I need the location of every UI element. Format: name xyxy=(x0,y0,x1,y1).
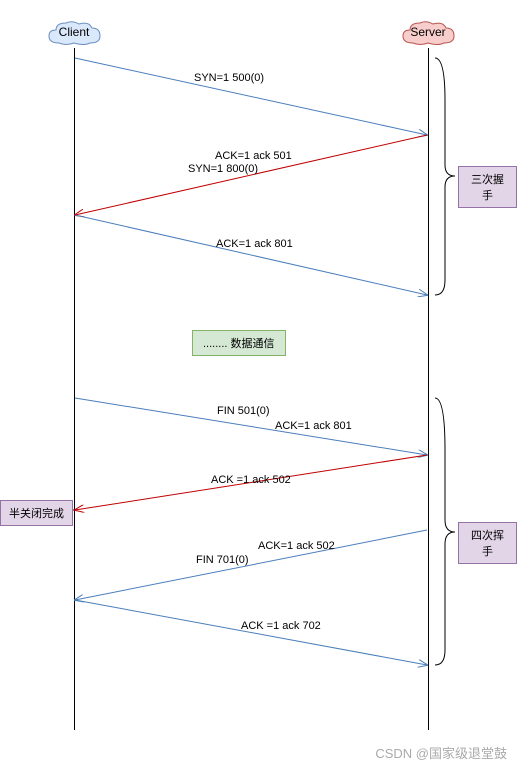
server-lifeline xyxy=(428,48,429,730)
msg-ack801: ACK=1 ack 801 xyxy=(216,238,293,250)
three-way-handshake-label: 三次握手 xyxy=(471,174,504,202)
half-close-label: 半关闭完成 xyxy=(9,508,64,520)
msg-ack502-2: ACK=1 ack 502 xyxy=(258,540,335,552)
msg-ack801-2: ACK=1 ack 801 xyxy=(275,420,352,432)
four-way-wave-label: 四次挥手 xyxy=(471,530,504,558)
watermark: CSDN @国家级退堂鼓 xyxy=(375,743,507,762)
client-label: Client xyxy=(59,25,90,39)
msg-fin501: FIN 501(0) xyxy=(217,405,270,417)
server-node: Server xyxy=(398,18,458,48)
arrows-layer xyxy=(0,0,517,770)
client-node: Client xyxy=(44,18,104,48)
three-way-handshake-box: 三次握手 xyxy=(458,166,517,208)
msg-syn1: SYN=1 500(0) xyxy=(194,72,264,84)
client-lifeline xyxy=(74,48,75,730)
server-label: Server xyxy=(410,25,445,39)
data-communication-label: ........ 数据通信 xyxy=(203,338,275,350)
msg-ack502: ACK =1 ack 502 xyxy=(211,474,291,486)
four-way-wave-box: 四次挥手 xyxy=(458,522,517,564)
msg-ack-syn-b: SYN=1 800(0) xyxy=(188,163,258,175)
half-close-box: 半关闭完成 xyxy=(0,500,73,526)
msg-ack702: ACK =1 ack 702 xyxy=(241,620,321,632)
msg-ack-syn-a: ACK=1 ack 501 xyxy=(215,150,292,162)
msg-fin701: FIN 701(0) xyxy=(196,554,249,566)
data-communication-box: ........ 数据通信 xyxy=(192,330,286,356)
